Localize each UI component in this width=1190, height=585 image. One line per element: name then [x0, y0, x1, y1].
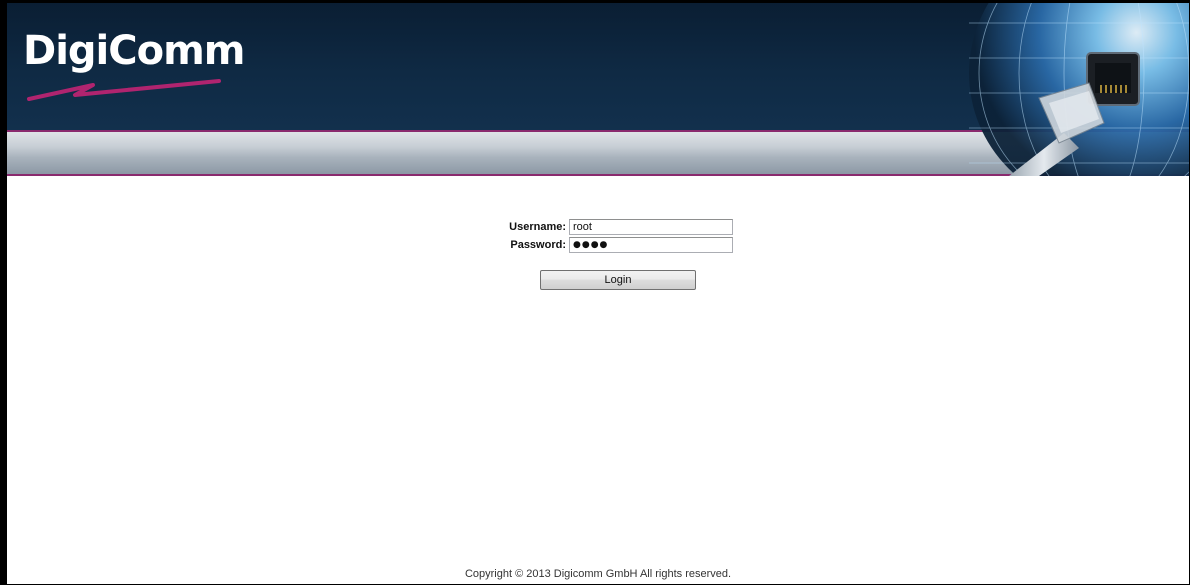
- password-row: Password: ●●●●: [508, 237, 733, 253]
- header-banner: DigiComm: [7, 3, 1189, 176]
- copyright-footer: Copyright © 2013 Digicomm GmbH All right…: [464, 568, 732, 580]
- username-input[interactable]: root: [569, 219, 733, 235]
- password-label: Password:: [510, 239, 566, 251]
- digicomm-logo: DigiComm: [23, 27, 253, 107]
- password-input[interactable]: ●●●●: [569, 237, 733, 253]
- globe-ethernet-image: [969, 3, 1189, 176]
- page-frame: DigiComm Username: root Password: ●●●● L…: [0, 0, 1190, 585]
- username-label: Username:: [509, 221, 566, 233]
- login-button[interactable]: Login: [540, 270, 696, 290]
- logo-text: DigiComm: [23, 28, 245, 74]
- username-row: Username: root: [508, 219, 733, 235]
